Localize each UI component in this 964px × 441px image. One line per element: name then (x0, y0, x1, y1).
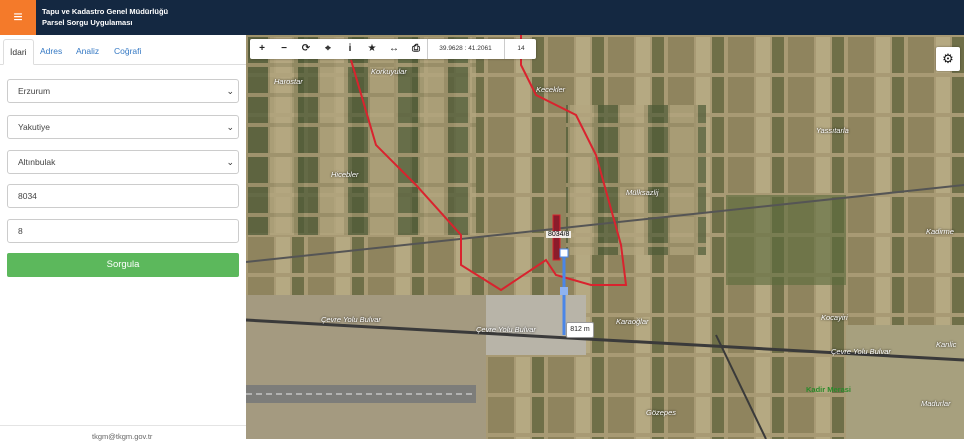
map-label-cevre-yolu-1: Çevre Yolu Bulvar (321, 315, 381, 324)
farmland-patch-center (566, 105, 706, 255)
info-icon[interactable]: i (340, 39, 360, 59)
parcel-label: 8034/8 (546, 231, 572, 238)
measure-icon[interactable]: ↔ (384, 39, 404, 59)
map-label-cevre-yolu-3: Çevre Yolu Bulvar (831, 347, 891, 356)
tab-bar: İdari Adres Analiz Coğrafi (0, 35, 246, 65)
zoom-in-icon[interactable]: + (252, 39, 272, 59)
parsel-input[interactable]: 8 (7, 219, 239, 243)
gear-icon[interactable]: ⚙ (936, 47, 960, 71)
map-label-harostar: Harostar (274, 77, 303, 86)
tab-cografi[interactable]: Coğrafi (114, 39, 141, 65)
parsel-value: 8 (18, 226, 23, 236)
tab-analiz[interactable]: Analiz (76, 39, 99, 65)
map-label-karaoglar: Karaoğlar (616, 317, 649, 326)
map-label-gozepes: Gözepes (646, 408, 677, 417)
farmland-patch-west (246, 35, 476, 235)
toolbar-divider (504, 39, 505, 59)
map-label-hicebler: Hicebler (331, 170, 359, 179)
chevron-down-icon: ⌄ (226, 86, 234, 96)
ilce-value: Yakutiye (18, 122, 50, 132)
distance-tooltip: 812 m (566, 322, 594, 338)
hamburger-icon[interactable]: ≡ (0, 0, 36, 35)
sidebar: İdari Adres Analiz Coğrafi Erzurum ⌄ Yak… (0, 35, 246, 441)
coordinate-readout: 39.9628 : 41.2061 (439, 45, 492, 52)
tab-idari[interactable]: İdari (3, 39, 34, 65)
star-icon[interactable]: ★ (362, 39, 382, 59)
refresh-icon[interactable]: ⟳ (296, 39, 316, 59)
zoom-level: 14 (517, 45, 525, 52)
map-label-kadir-merasi: Kadir Merasi (806, 385, 852, 394)
footer-email[interactable]: tkgm@tkgm.gov.tr (92, 432, 152, 441)
footer-divider (0, 425, 246, 426)
tab-adres[interactable]: Adres (40, 39, 62, 65)
locate-icon[interactable]: ⌖ (318, 39, 338, 59)
mahalle-select[interactable]: Altınbulak ⌄ (7, 150, 239, 174)
map-label-madurlar: Madurlar (921, 399, 951, 408)
measure-mid-handle (560, 287, 568, 295)
measure-start-handle (559, 248, 569, 258)
zoom-out-icon[interactable]: − (274, 39, 294, 59)
map-label-mulksazlij: Mülksazlij (626, 188, 659, 197)
ilce-select[interactable]: Yakutiye ⌄ (7, 115, 239, 139)
map-label-yassitarla: Yassıtarla (816, 126, 849, 135)
il-value: Erzurum (18, 86, 51, 96)
map-label-korkuyular: Korkuyular (371, 67, 407, 76)
title-line2: Parsel Sorgu Uygulaması (42, 18, 133, 27)
map-label-kecekler: Kecekler (536, 85, 566, 94)
map-label-kanlic: Kanlic (936, 340, 957, 349)
ada-input[interactable]: 8034 (7, 184, 239, 208)
chevron-down-icon: ⌄ (226, 122, 234, 132)
print-icon[interactable]: ⎙ (406, 39, 426, 59)
map-label-kocayiri: Kocayiri (821, 313, 848, 322)
app-title: Tapu ve Kadastro Genel Müdürlüğü Parsel … (42, 6, 168, 28)
satellite-map (246, 35, 964, 439)
ada-value: 8034 (18, 191, 37, 201)
map-label-kadirme: Kadirme (926, 227, 954, 236)
sorgula-button[interactable]: Sorgula (7, 253, 239, 277)
il-select[interactable]: Erzurum ⌄ (7, 79, 239, 103)
chevron-down-icon: ⌄ (226, 157, 234, 167)
map-label-cevre-yolu-2: Çevre Yolu Bulvar (476, 325, 536, 334)
mahalle-value: Altınbulak (18, 157, 56, 167)
title-line1: Tapu ve Kadastro Genel Müdürlüğü (42, 7, 169, 16)
top-bar: ≡ Tapu ve Kadastro Genel Müdürlüğü Parse… (0, 0, 964, 35)
map-view[interactable]: Harostar Korkuyular Kecekler Hicebler Mü… (246, 35, 964, 439)
map-toolbar: + − ⟳ ⌖ i ★ ↔ ⎙ 39.9628 : 41.2061 14 (250, 39, 536, 59)
